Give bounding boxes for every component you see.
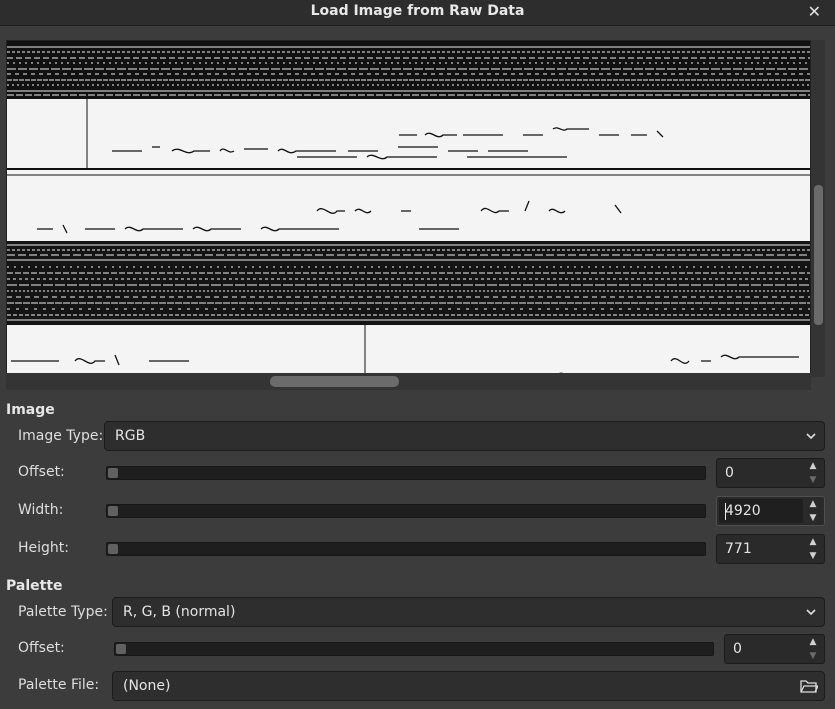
height-value: 771 (725, 541, 752, 557)
palette-offset-value: 0 (733, 641, 742, 657)
palette-type-value: R, G, B (normal) (123, 604, 236, 620)
chevron-down-icon (806, 433, 816, 440)
image-type-select[interactable]: RGB (104, 421, 825, 451)
palette-type-select[interactable]: R, G, B (normal) (112, 597, 825, 627)
palette-file-label: Palette File: (18, 677, 100, 693)
spin-up-icon[interactable]: ▲ (805, 536, 821, 549)
text-caret (725, 503, 726, 520)
spin-down-icon[interactable]: ▼ (805, 474, 821, 487)
width-spinbutton[interactable]: 4920 ▲ ▼ (716, 496, 825, 526)
slider-knob[interactable] (108, 468, 118, 478)
height-label: Height: (18, 540, 69, 556)
image-offset-spinbutton[interactable]: 0 ▲ ▼ (716, 458, 825, 488)
spin-down-icon[interactable]: ▼ (805, 650, 821, 663)
close-icon[interactable]: ✕ (808, 2, 821, 21)
preview-horizontal-scrollbar[interactable] (6, 373, 811, 390)
image-offset-slider[interactable] (106, 466, 706, 480)
horizontal-scroll-thumb[interactable] (270, 376, 399, 387)
image-type-label: Image Type: (18, 428, 104, 444)
palette-offset-slider[interactable] (114, 642, 714, 656)
dialog-title: Load Image from Raw Data (310, 3, 525, 19)
title-bar: Load Image from Raw Data ✕ (0, 0, 835, 26)
spin-down-icon[interactable]: ▼ (805, 512, 821, 525)
preview-vertical-scrollbar[interactable] (811, 40, 825, 377)
spin-down-icon[interactable]: ▼ (805, 550, 821, 563)
palette-file-value: (None) (123, 678, 171, 694)
palette-offset-spinbutton[interactable]: 0 ▲ ▼ (724, 634, 825, 664)
height-slider[interactable] (106, 542, 706, 556)
width-slider[interactable] (106, 504, 706, 518)
palette-file-chooser[interactable]: (None) (112, 671, 825, 701)
palette-offset-label: Offset: (18, 640, 65, 656)
vertical-scroll-thumb[interactable] (814, 185, 823, 325)
raw-image-preview[interactable] (6, 40, 811, 377)
width-label: Width: (18, 502, 64, 518)
palette-section-heading: Palette (6, 578, 63, 594)
chevron-down-icon (806, 609, 816, 616)
preview-image (7, 41, 810, 376)
height-spinbutton[interactable]: 771 ▲ ▼ (716, 534, 825, 564)
slider-knob[interactable] (108, 544, 118, 554)
slider-knob[interactable] (108, 506, 118, 516)
palette-type-label: Palette Type: (18, 604, 108, 620)
spin-up-icon[interactable]: ▲ (805, 636, 821, 649)
open-file-icon[interactable] (800, 678, 818, 694)
image-offset-label: Offset: (18, 464, 65, 480)
image-section-heading: Image (6, 402, 55, 418)
spin-up-icon[interactable]: ▲ (805, 498, 821, 511)
image-type-value: RGB (115, 428, 146, 444)
width-value: 4920 (725, 503, 761, 519)
spin-up-icon[interactable]: ▲ (805, 460, 821, 473)
slider-knob[interactable] (116, 644, 126, 654)
image-offset-value: 0 (725, 465, 734, 481)
